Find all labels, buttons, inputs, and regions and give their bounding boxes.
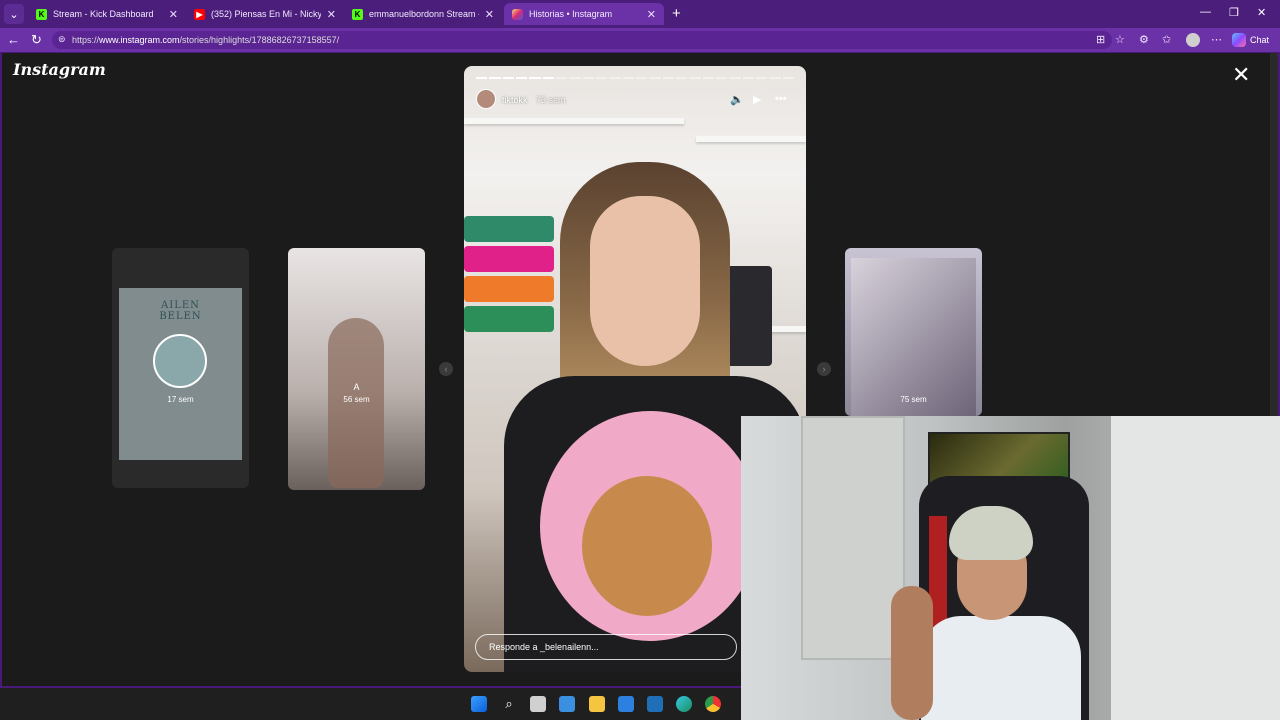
story-progress-segment xyxy=(555,77,568,79)
close-tab-icon[interactable]: ✕ xyxy=(485,8,494,21)
more-options-icon[interactable]: ••• xyxy=(775,93,787,105)
story-username[interactable]: tiktokk xyxy=(502,95,528,105)
widgets-icon[interactable] xyxy=(559,696,575,712)
new-tab-button[interactable]: + xyxy=(672,5,681,22)
close-tab-icon[interactable]: ✕ xyxy=(327,8,336,21)
close-tab-icon[interactable]: ✕ xyxy=(647,8,656,21)
search-icon[interactable]: ⌕ xyxy=(501,696,517,712)
store-icon[interactable] xyxy=(618,696,634,712)
photo-thumbnail xyxy=(851,258,976,416)
tab-actions-menu-icon[interactable]: ⌄ xyxy=(4,4,24,24)
story-progress-segment xyxy=(622,77,634,79)
story-progress-segment xyxy=(515,77,528,79)
bear-face xyxy=(582,476,712,616)
kick-icon: K xyxy=(352,8,363,20)
story-progress-segment xyxy=(595,77,608,79)
highlight-card-2[interactable]: A 56 sem xyxy=(288,248,425,490)
folded-clothes xyxy=(464,216,554,242)
task-view-icon[interactable] xyxy=(530,696,546,712)
app-available-icon[interactable]: ⊞ xyxy=(1096,33,1105,46)
highlight-avatar xyxy=(153,334,207,388)
copilot-icon xyxy=(1232,33,1246,47)
webcam-door xyxy=(801,416,905,660)
story-progress-segment xyxy=(529,77,541,79)
streamer-shirt xyxy=(921,616,1081,720)
story-progress-segment xyxy=(769,77,781,79)
story-progress-segment xyxy=(582,77,594,79)
tab-youtube[interactable]: ▶ (352) Piensas En Mi - Nicky Jam | Y ✕ xyxy=(186,3,344,25)
next-story-icon[interactable]: › xyxy=(817,362,831,376)
shelf xyxy=(696,136,806,142)
minimize-icon[interactable]: — xyxy=(1200,6,1211,18)
story-progress-segment xyxy=(649,77,661,79)
story-progress-segment xyxy=(569,77,581,79)
youtube-icon: ▶ xyxy=(194,8,205,20)
highlight-card-1[interactable]: AILEN BELEN 17 sem xyxy=(112,248,249,488)
site-info-icon[interactable]: ⊜ xyxy=(58,34,66,45)
profile-avatar[interactable] xyxy=(1186,33,1200,47)
story-progress-segment xyxy=(502,77,514,79)
close-window-icon[interactable]: ✕ xyxy=(1257,6,1266,19)
story-progress-segment xyxy=(715,77,728,79)
windows-taskbar: ⌕ xyxy=(0,688,741,720)
story-progress-bar xyxy=(476,77,794,79)
vpn-icon[interactable] xyxy=(647,696,663,712)
story-progress-segment xyxy=(489,77,501,79)
play-icon[interactable]: ▶ xyxy=(753,93,761,106)
story-author-avatar[interactable] xyxy=(476,89,496,109)
story-progress-segment xyxy=(689,77,701,79)
tab-kick-dashboard[interactable]: K Stream - Kick Dashboard ✕ xyxy=(28,3,186,25)
highlight-card-3[interactable]: 75 sem xyxy=(845,248,982,416)
story-timestamp: 73 sem xyxy=(536,95,566,105)
streamer-hair xyxy=(949,506,1033,560)
folded-clothes xyxy=(464,306,554,332)
kick-icon: K xyxy=(36,8,47,20)
story-progress-segment xyxy=(635,77,648,79)
extensions-icon[interactable]: ⚙ xyxy=(1139,33,1149,46)
close-tab-icon[interactable]: ✕ xyxy=(169,8,178,21)
person-face xyxy=(590,196,700,366)
streamer xyxy=(891,506,1121,720)
story-progress-segment xyxy=(755,77,768,79)
tab-kick-stream[interactable]: K emmanuelbordonn Stream - Watc ✕ xyxy=(344,3,502,25)
shelf xyxy=(464,118,684,124)
webcam-overlay xyxy=(741,416,1280,720)
folded-clothes xyxy=(464,246,554,272)
story-progress-segment xyxy=(476,77,488,79)
refresh-icon[interactable]: ↻ xyxy=(31,32,42,48)
story-progress-segment xyxy=(609,77,621,79)
edge-icon[interactable] xyxy=(676,696,692,712)
story-progress-segment xyxy=(702,77,714,79)
back-icon[interactable]: ← xyxy=(7,32,20,47)
instagram-logo[interactable]: Instagram xyxy=(13,60,106,79)
previous-story-icon[interactable]: ‹ xyxy=(439,362,453,376)
file-explorer-icon[interactable] xyxy=(589,696,605,712)
story-progress-segment xyxy=(662,77,674,79)
close-stories-icon[interactable]: ✕ xyxy=(1232,64,1250,86)
favorite-star-icon[interactable]: ☆ xyxy=(1115,33,1125,46)
webcam-wall xyxy=(1111,416,1280,720)
story-progress-segment xyxy=(675,77,688,79)
url-input[interactable]: https://www.instagram.com/stories/highli… xyxy=(52,31,1112,49)
restore-icon[interactable]: ❐ xyxy=(1229,6,1239,19)
windows-start-icon[interactable] xyxy=(471,696,487,712)
story-progress-segment xyxy=(542,77,554,79)
story-progress-segment xyxy=(729,77,741,79)
more-menu-icon[interactable]: ⋯ xyxy=(1211,33,1222,46)
story-progress-segment xyxy=(742,77,754,79)
instagram-icon xyxy=(512,8,523,20)
tab-instagram[interactable]: Historias • Instagram ✕ xyxy=(504,3,664,25)
chrome-icon[interactable] xyxy=(705,696,721,712)
reply-input[interactable]: Responde a _belenailenn... xyxy=(475,634,737,660)
folded-clothes xyxy=(464,276,554,302)
address-bar-row: ← ↻ https://www.instagram.com/stories/hi… xyxy=(0,28,1280,52)
story-progress-segment xyxy=(782,77,794,79)
favorites-icon[interactable]: ✩ xyxy=(1162,33,1171,46)
streamer-arm xyxy=(891,586,933,720)
copilot-chat-button[interactable]: Chat xyxy=(1232,32,1269,48)
tab-bar: ⌄ K Stream - Kick Dashboard ✕ ▶ (352) Pi… xyxy=(0,0,1280,28)
mute-icon[interactable]: 🔈 xyxy=(730,93,744,106)
